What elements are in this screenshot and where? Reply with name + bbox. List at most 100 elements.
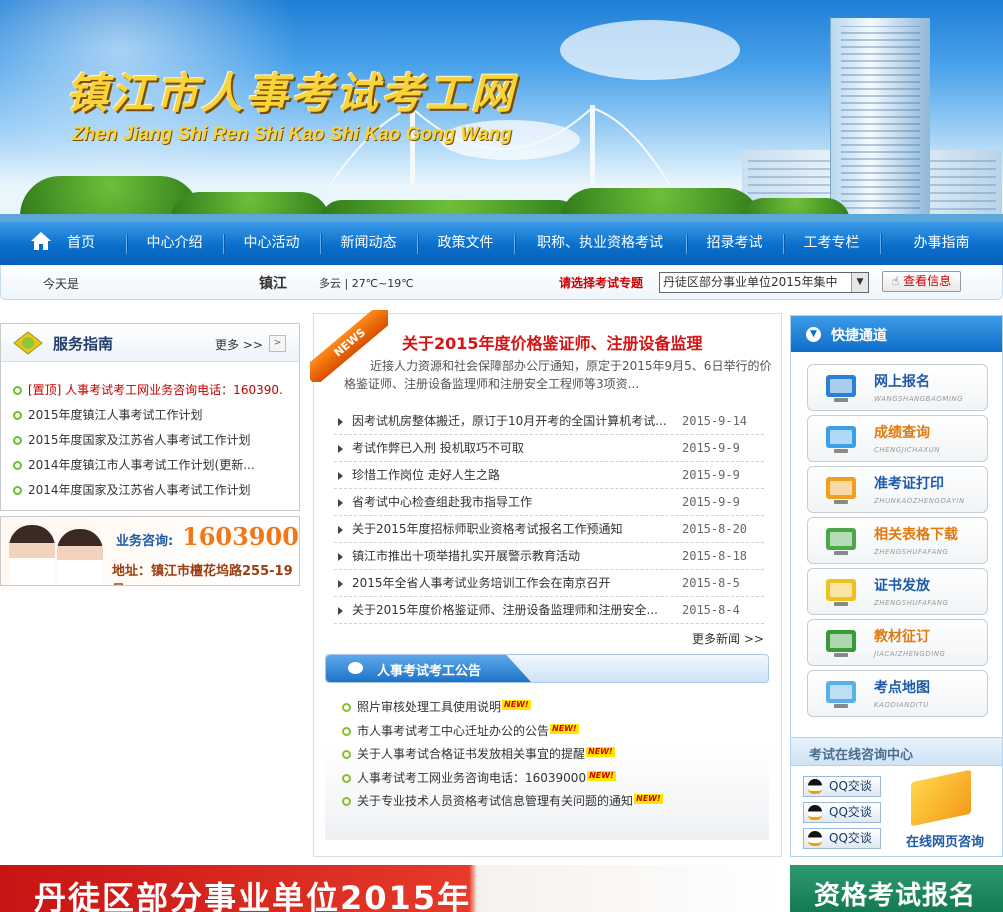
news-row[interactable]: 2015年全省人事考试业务培训工作会在南京召开 2015-8-5	[334, 570, 764, 597]
quick-button-7[interactable]: 考点地图 KAODIANDITU	[807, 670, 988, 717]
nav-worker-exams[interactable]: 工考专栏	[783, 222, 880, 265]
quick-button-pinyin: CHENGJICHAXUN	[874, 446, 940, 454]
quick-button-label: 准考证打印	[874, 476, 944, 492]
quick-button-5[interactable]: 证书发放 ZHENGSHUFAFANG	[807, 568, 988, 615]
qq-chat-button[interactable]: QQ交谈	[803, 828, 881, 849]
hotline-banner[interactable]: 业务咨询: 16039000 地址：镇江市檀花坞路255-19号	[0, 516, 300, 586]
guide-link[interactable]: 2015年度镇江人事考试工作计划	[28, 408, 203, 422]
service-guide-list: [置顶] 人事考试考工网业务咨询电话：160390... 2015年度镇江人事考试…	[1, 362, 299, 503]
notice-link[interactable]: 照片审核处理工具使用说明	[357, 700, 501, 714]
news-row[interactable]: 考试作弊已入刑 投机取巧不可取 2015-9-9	[334, 435, 764, 462]
consult-header: 考试在线咨询中心	[791, 738, 1002, 766]
news-title-link[interactable]: 省考试中心检查组赴我市指导工作	[352, 489, 670, 515]
qq-penguin-icon	[808, 779, 822, 794]
quick-button-pinyin: ZHENGSHUFAFANG	[874, 599, 949, 607]
chevron-right-icon[interactable]: >	[269, 335, 286, 352]
news-list: 因考试机房整体搬迁，原订于10月开考的全国计算机考试... 2015-9-14 考试…	[334, 408, 764, 624]
nav-recruitment-exams[interactable]: 招录考试	[686, 222, 783, 265]
notice-item[interactable]: 人事考试考工网业务咨询电话：16039000 NEW!	[333, 767, 769, 791]
news-title-link[interactable]: 关于2015年度招标师职业资格考试报名工作预通知	[352, 516, 670, 542]
quick-button-2[interactable]: 成绩查询 CHENGJICHAXUN	[807, 415, 988, 462]
guide-link[interactable]: 2014年度国家及江苏省人事考试工作计划	[28, 483, 251, 497]
hand-icon: ☝	[891, 274, 900, 288]
nav-home[interactable]: 首页	[0, 222, 126, 265]
list-item[interactable]: [置顶] 人事考试考工网业务咨询电话：160390...	[13, 378, 283, 403]
quick-button-1[interactable]: 网上报名 WANGSHANGBAOMING	[807, 364, 988, 411]
news-title-link[interactable]: 珍惜工作岗位 走好人生之路	[352, 462, 670, 488]
nav-activities[interactable]: 中心活动	[223, 222, 320, 265]
list-item[interactable]: 2014年度国家及江苏省人事考试工作计划	[13, 478, 283, 503]
topic-select[interactable]: 丹徒区部分事业单位2015年集中 ▼	[659, 272, 869, 293]
notice-link[interactable]: 市人事考试考工中心迁址办公的公告	[357, 724, 549, 738]
news-row[interactable]: 镇江市推出十项举措扎实开展警示教育活动 2015-8-18	[334, 543, 764, 570]
notice-link[interactable]: 关于专业技术人员资格考试信息管理有关问题的通知	[357, 794, 633, 808]
news-date: 2015-9-9	[682, 495, 740, 509]
news-date: 2015-8-20	[682, 522, 748, 536]
service-guide-more-link[interactable]: 更多 >>	[215, 336, 263, 353]
main-nav: 首页 中心介绍 中心活动 新闻动态 政策文件 职称、执业资格考试 招录考试 工考…	[0, 222, 1003, 265]
bottom-ad-banner[interactable]: 丹徒区部分事业单位2015年	[0, 865, 782, 912]
notice-link[interactable]: 关于人事考试合格证书发放相关事宜的提醒	[357, 747, 585, 761]
news-title-link[interactable]: 关于2015年度价格鉴证师、注册设备监理师和注册安全...	[352, 597, 670, 623]
news-row[interactable]: 关于2015年度招标师职业资格考试报名工作预通知 2015-8-20	[334, 516, 764, 543]
exam-signup-banner[interactable]: 资格考试报名	[790, 865, 1003, 912]
headline-link[interactable]: 关于2015年度价格鉴证师、注册设备监理	[402, 330, 703, 354]
quick-button-label: 考点地图	[874, 680, 930, 696]
web-consult-link[interactable]: 在线网页咨询	[906, 831, 984, 850]
quick-button-6[interactable]: 教材征订 JIACAIZHENGDING	[807, 619, 988, 666]
consult-title: 考试在线咨询中心	[809, 748, 914, 763]
cloud	[560, 20, 740, 80]
bottom-ad-text: 丹徒区部分事业单位2015年	[34, 879, 472, 912]
qq-chat-button[interactable]: QQ交谈	[803, 776, 881, 797]
qq-penguin-icon	[808, 831, 822, 846]
river	[0, 214, 1003, 222]
notice-item[interactable]: 市人事考试考工中心迁址办公的公告 NEW!	[333, 720, 769, 744]
bullet-icon	[13, 411, 22, 420]
nav-about[interactable]: 中心介绍	[126, 222, 223, 265]
bullet-icon	[342, 773, 351, 783]
topic-selected-value: 丹徒区部分事业单位2015年集中	[663, 275, 838, 289]
quick-button-pinyin: KAODIANDITU	[874, 701, 929, 709]
guide-link[interactable]: [置顶] 人事考试考工网业务咨询电话：160390...	[28, 383, 283, 397]
list-item[interactable]: 2014年度镇江市人事考试工作计划(更新...	[13, 453, 283, 478]
nav-policy[interactable]: 政策文件	[417, 222, 514, 265]
notice-link[interactable]: 人事考试考工网业务咨询电话：16039000	[357, 771, 586, 785]
quick-button-label: 网上报名	[874, 374, 930, 390]
news-row[interactable]: 关于2015年度价格鉴证师、注册设备监理师和注册安全... 2015-8-4	[334, 597, 764, 624]
list-item[interactable]: 2015年度国家及江苏省人事考试工作计划	[13, 428, 283, 453]
news-row[interactable]: 因考试机房整体搬迁，原订于10月开考的全国计算机考试... 2015-9-14	[334, 408, 764, 435]
news-title-link[interactable]: 2015年全省人事考试业务培训工作会在南京召开	[352, 570, 670, 596]
weather-city: 镇江	[259, 276, 287, 292]
quick-button-4[interactable]: 相关表格下载 ZHENGSHUFAFANG	[807, 517, 988, 564]
news-title-link[interactable]: 因考试机房整体搬迁，原订于10月开考的全国计算机考试...	[352, 408, 670, 434]
notice-item[interactable]: 关于人事考试合格证书发放相关事宜的提醒 NEW!	[333, 743, 769, 767]
quick-button-3[interactable]: 准考证打印 ZHUNKAOZHENGDAYIN	[807, 466, 988, 513]
hotline-number: 16039000	[182, 522, 299, 551]
notice-title: 人事考试考工公告	[377, 664, 482, 679]
guide-link[interactable]: 2014年度镇江市人事考试工作计划(更新...	[28, 458, 255, 472]
notice-body: 照片审核处理工具使用说明 NEW! 市人事考试考工中心迁址办公的公告 NEW! 关于人事…	[325, 686, 769, 840]
news-title-link[interactable]: 考试作弊已入刑 投机取巧不可取	[352, 435, 670, 461]
news-title-link[interactable]: 镇江市推出十项举措扎实开展警示教育活动	[352, 543, 670, 569]
quick-button-label: 成绩查询	[874, 425, 930, 441]
news-row[interactable]: 省考试中心检查组赴我市指导工作 2015-9-9	[334, 489, 764, 516]
nav-qualification-exams[interactable]: 职称、执业资格考试	[514, 222, 686, 265]
guide-link[interactable]: 2015年度国家及江苏省人事考试工作计划	[28, 433, 251, 447]
notice-header: 人事考试考工公告	[325, 654, 769, 683]
nav-news[interactable]: 新闻动态	[320, 222, 417, 265]
more-news-link[interactable]: 更多新闻 >>	[692, 630, 764, 647]
view-info-button[interactable]: ☝ 查看信息	[882, 271, 961, 292]
notice-item[interactable]: 关于专业技术人员资格考试信息管理有关问题的通知 NEW!	[333, 790, 769, 814]
news-date: 2015-9-9	[682, 441, 740, 455]
news-row[interactable]: 珍惜工作岗位 走好人生之路 2015-9-9	[334, 462, 764, 489]
certificate-icon	[822, 575, 862, 609]
nav-service-guide[interactable]: 办事指南	[880, 222, 1003, 265]
speech-bubble-icon	[348, 662, 363, 674]
printer-icon	[822, 473, 862, 507]
notice-item[interactable]: 照片审核处理工具使用说明 NEW!	[333, 696, 769, 720]
list-item[interactable]: 2015年度镇江人事考试工作计划	[13, 403, 283, 428]
qq-chat-button[interactable]: QQ交谈	[803, 802, 881, 823]
books-icon	[822, 626, 862, 660]
quick-access-header: ▼ 快捷通道	[791, 316, 1002, 352]
quick-button-pinyin: ZHUNKAOZHENGDAYIN	[874, 497, 965, 505]
